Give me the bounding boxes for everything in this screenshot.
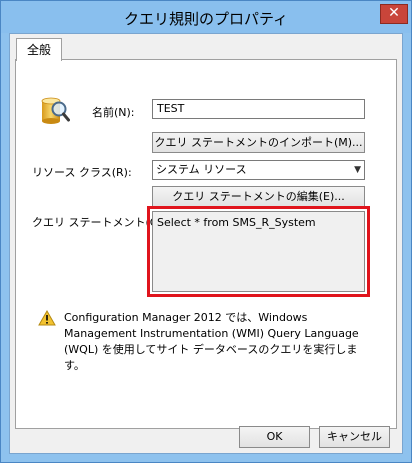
chevron-down-icon[interactable]: ▼ (354, 161, 361, 179)
tab-general[interactable]: 全般 (16, 38, 63, 61)
general-panel: 名前(N): TEST クエリ ステートメントのインポート(M)... リソース… (15, 59, 397, 429)
ok-button[interactable]: OK (239, 426, 310, 448)
dialog-client-area: 全般 名前(N): TEST クエリ ステートメントのインポート(M)... リ… (9, 33, 403, 454)
edit-query-button[interactable]: クエリ ステートメントの編集(E)... (152, 186, 365, 207)
window-title: クエリ規則のプロパティ (123, 10, 289, 28)
resource-class-label: リソース クラス(R): (32, 166, 132, 179)
close-button[interactable]: ✕ (380, 4, 408, 24)
resource-class-value: システム リソース (156, 163, 247, 176)
name-input[interactable]: TEST (152, 99, 365, 119)
info-message: Configuration Manager 2012 では、Windows Ma… (64, 311, 359, 372)
properties-dialog: クエリ規則のプロパティ ✕ 全般 名前(N): TEST クエリ ステートメント… (0, 0, 412, 463)
highlight-annotation (147, 206, 370, 297)
resource-class-select[interactable]: システム リソース ▼ (152, 160, 365, 180)
query-rule-icon (41, 97, 70, 124)
import-query-button[interactable]: クエリ ステートメントのインポート(M)... (152, 132, 365, 153)
cancel-button[interactable]: キャンセル (319, 426, 390, 448)
name-label: 名前(N): (92, 106, 135, 119)
title-bar[interactable]: クエリ規則のプロパティ ✕ (1, 1, 411, 33)
warning-icon (38, 310, 56, 326)
